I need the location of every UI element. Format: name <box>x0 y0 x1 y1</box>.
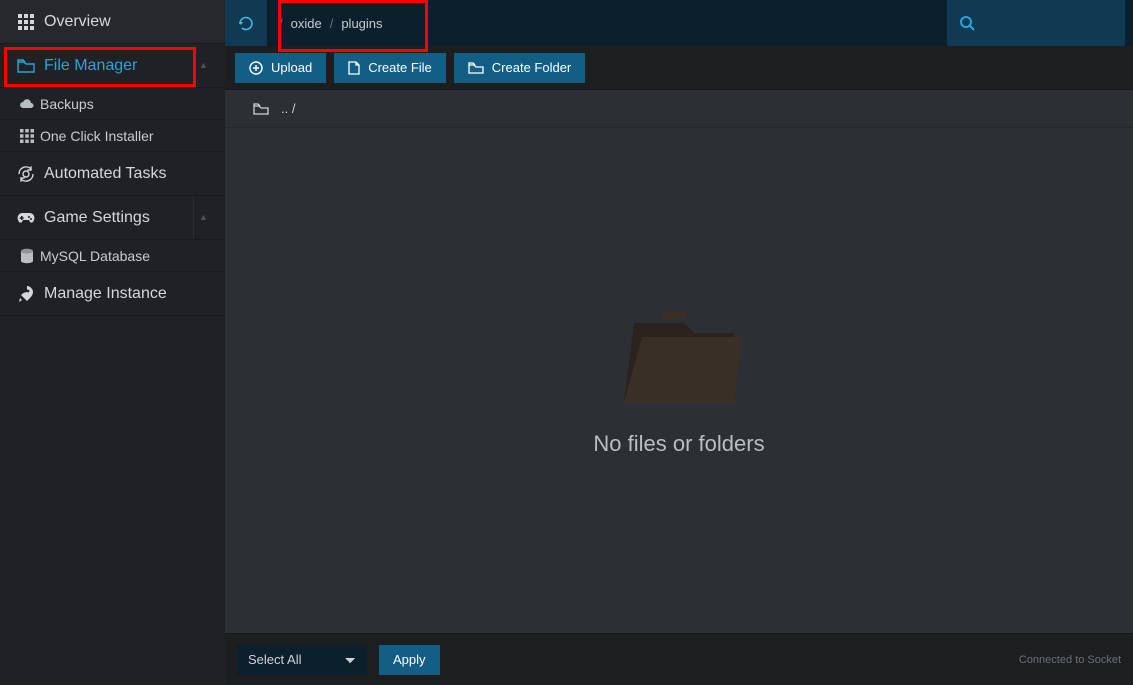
sidebar-item-automated-tasks[interactable]: Automated Tasks <box>0 152 225 196</box>
toolbar: Upload Create File Create Folder <box>225 46 1133 90</box>
sidebar-label-game-settings: Game Settings <box>40 209 193 227</box>
sidebar-subitem-mysql-database[interactable]: MySQL Database <box>0 240 225 272</box>
grid-icon <box>14 129 40 143</box>
main-panel: / oxide / plugins Upload Create File Cre… <box>225 0 1133 685</box>
gear-cycle-icon <box>12 165 40 183</box>
apply-label: Apply <box>393 652 426 667</box>
footer-bar: Select All Apply Connected to Socket <box>225 633 1133 685</box>
home-button[interactable] <box>225 0 267 46</box>
sidebar-sublabel-backups: Backups <box>40 96 94 112</box>
gamepad-icon <box>12 211 40 225</box>
select-all-dropdown[interactable]: Select All <box>237 645 367 675</box>
sidebar-item-manage-instance[interactable]: Manage Instance <box>0 272 225 316</box>
breadcrumb-sep: / <box>330 16 334 31</box>
apply-button[interactable]: Apply <box>379 645 440 675</box>
database-icon <box>14 248 40 264</box>
sidebar-label-manage-instance: Manage Instance <box>40 285 213 303</box>
sidebar-label-automated-tasks: Automated Tasks <box>40 165 213 183</box>
parent-dir-label: .. / <box>281 101 295 116</box>
rocket-icon <box>12 285 40 303</box>
chevron-up-icon[interactable]: ▴ <box>193 196 213 239</box>
empty-message: No files or folders <box>593 431 764 457</box>
breadcrumb-seg-1[interactable]: plugins <box>341 16 382 31</box>
breadcrumb-seg-0[interactable]: oxide <box>291 16 322 31</box>
create-folder-label: Create Folder <box>492 60 571 75</box>
sidebar-label-file-manager: File Manager <box>40 57 193 75</box>
sidebar-item-overview[interactable]: Overview <box>0 0 225 44</box>
sidebar-label-overview: Overview <box>40 13 213 31</box>
empty-folder-icon <box>614 305 744 415</box>
breadcrumb: / oxide / plugins <box>267 8 945 38</box>
sidebar-sublabel-one-click-installer: One Click Installer <box>40 128 154 144</box>
breadcrumb-bar: / oxide / plugins <box>225 0 1133 46</box>
parent-dir-row[interactable]: .. / <box>225 90 1133 128</box>
sidebar-item-game-settings[interactable]: Game Settings ▴ <box>0 196 225 240</box>
file-icon <box>348 61 360 75</box>
breadcrumb-sep: / <box>279 16 283 31</box>
folder-icon <box>253 103 269 115</box>
sidebar-subitem-backups[interactable]: Backups <box>0 88 225 120</box>
file-list-empty: No files or folders <box>225 128 1133 633</box>
create-file-label: Create File <box>368 60 432 75</box>
refresh-icon <box>237 14 255 32</box>
chevron-up-icon[interactable]: ▴ <box>193 44 213 87</box>
socket-status: Connected to Socket <box>1019 654 1121 666</box>
search-icon <box>959 15 975 31</box>
sidebar-item-file-manager[interactable]: File Manager ▴ <box>0 44 225 88</box>
upload-label: Upload <box>271 60 312 75</box>
create-folder-button[interactable]: Create Folder <box>454 53 585 83</box>
grid-icon <box>12 14 40 30</box>
cloud-icon <box>14 98 40 110</box>
folder-plus-icon <box>468 62 484 74</box>
sidebar-subitem-one-click-installer[interactable]: One Click Installer <box>0 120 225 152</box>
upload-icon <box>249 61 263 75</box>
folder-icon <box>12 59 40 73</box>
sidebar: Overview File Manager ▴ Backups One Clic… <box>0 0 225 685</box>
create-file-button[interactable]: Create File <box>334 53 446 83</box>
upload-button[interactable]: Upload <box>235 53 326 83</box>
sidebar-sublabel-mysql-database: MySQL Database <box>40 248 150 264</box>
search-button[interactable] <box>945 0 1125 46</box>
